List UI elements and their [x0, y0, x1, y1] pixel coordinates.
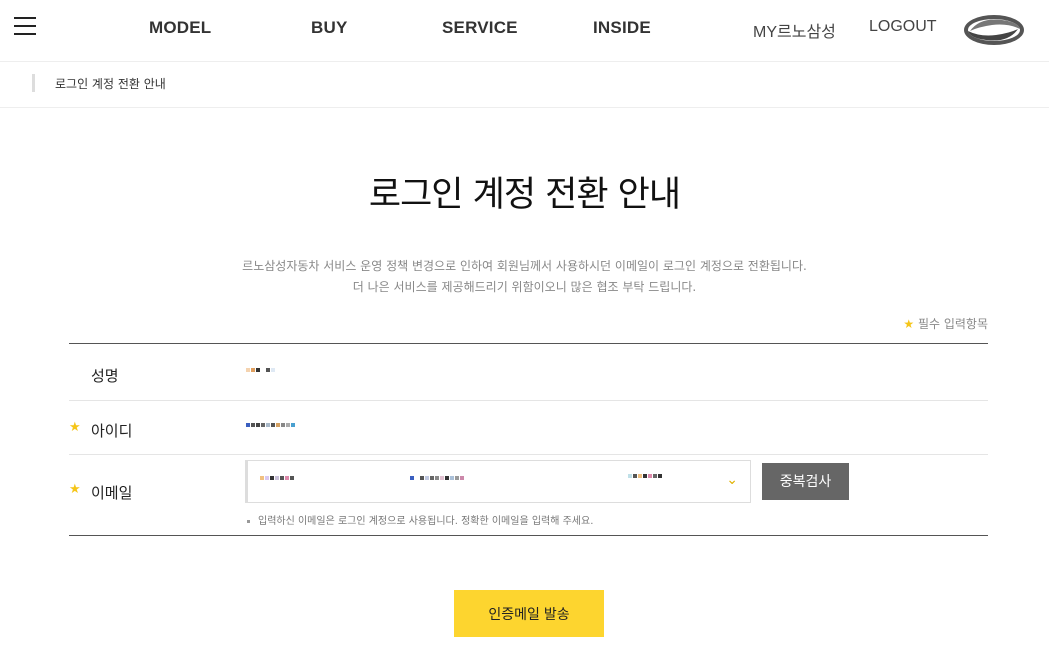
- email-domain-redacted: [410, 476, 465, 488]
- required-star-icon: ★: [69, 420, 81, 435]
- breadcrumb-marker: [32, 74, 35, 92]
- duplicate-check-button[interactable]: 중복검사: [762, 463, 849, 500]
- email-local-redacted: [260, 476, 295, 488]
- email-label: 이메일: [91, 484, 133, 502]
- id-value-redacted: [246, 423, 296, 435]
- email-hint-text: 입력하신 이메일은 로그인 계정으로 사용됩니다. 정확한 이메일을 입력해 주…: [258, 516, 594, 527]
- page-title: 로그인 계정 전환 안내: [368, 175, 681, 215]
- required-star-icon: ★: [69, 482, 81, 497]
- my-account-link[interactable]: MY르노삼성: [753, 18, 836, 42]
- nav-service[interactable]: SERVICE: [442, 18, 518, 38]
- breadcrumb-current: 로그인 계정 전환 안내: [55, 77, 166, 91]
- page-description: 르노삼성자동차 서비스 운영 정책 변경으로 인하여 회원님께서 사용하시던 이…: [0, 256, 1049, 298]
- required-note-text: 필수 입력항목: [917, 317, 988, 331]
- nav-inside[interactable]: INSIDE: [593, 18, 651, 38]
- chevron-down-icon[interactable]: ⌄: [726, 472, 738, 488]
- name-label: 성명: [91, 367, 119, 385]
- bullet-icon: [247, 519, 250, 523]
- email-hint: 입력하신 이메일은 로그인 계정으로 사용됩니다. 정확한 이메일을 입력해 주…: [247, 512, 593, 527]
- name-row: 성명: [69, 344, 988, 401]
- nav-model[interactable]: MODEL: [149, 18, 211, 38]
- email-select-redacted: [628, 474, 663, 486]
- email-row: ★ 이메일 ⌄ 중복검사 입력하신 이메일은 로그인 계정으로 사용됩니다. 정…: [69, 455, 988, 536]
- account-form: 성명 ★ 아이디 ★ 이메일 ⌄ 중복검사 입력하신 이메일은 로그인 계정으로…: [69, 343, 988, 536]
- brand-logo[interactable]: [962, 11, 1026, 49]
- name-value-redacted: [246, 368, 276, 380]
- description-line-2: 더 나은 서비스를 제공해드리기 위함이오니 많은 협조 부탁 드립니다.: [352, 280, 697, 294]
- menu-icon[interactable]: [14, 17, 36, 35]
- send-verification-email-button[interactable]: 인증메일 발송: [454, 590, 604, 637]
- id-label: 아이디: [91, 422, 133, 440]
- email-field[interactable]: ⌄: [245, 460, 751, 503]
- site-header: MODEL BUY SERVICE INSIDE MY르노삼성 LOGOUT: [0, 0, 1049, 62]
- required-star-icon: ★: [903, 317, 915, 331]
- description-line-1: 르노삼성자동차 서비스 운영 정책 변경으로 인하여 회원님께서 사용하시던 이…: [242, 259, 807, 273]
- breadcrumb: 로그인 계정 전환 안내: [0, 62, 1049, 108]
- required-note: ★ 필수 입력항목: [903, 315, 988, 332]
- logout-link[interactable]: LOGOUT: [869, 18, 937, 36]
- id-row: ★ 아이디: [69, 401, 988, 455]
- nav-buy[interactable]: BUY: [311, 18, 348, 38]
